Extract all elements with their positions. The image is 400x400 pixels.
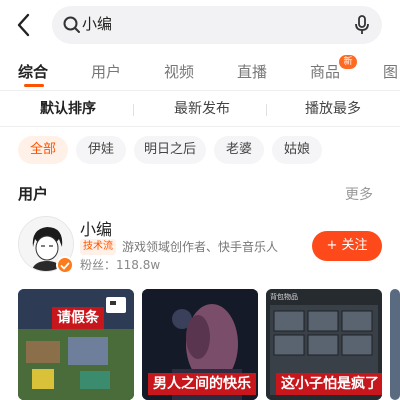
category-tabs: 综合 用户 视频 直播 商品 图: [0, 50, 400, 90]
video-card[interactable]: 背包物品 这小子怕是疯了: [266, 289, 382, 400]
back-arrow-icon[interactable]: [14, 12, 36, 38]
video-caption: 男人之间的快乐: [148, 373, 256, 395]
user-result[interactable]: 小编 技术流 游戏领域创作者、快手音乐人 粉丝：118.8w + 关注: [0, 214, 400, 278]
sort-most-played[interactable]: 播放最多: [305, 100, 361, 118]
tab-users[interactable]: 用户: [91, 62, 121, 82]
divider: [0, 126, 400, 127]
chip-lifeafter[interactable]: 明日之后: [134, 136, 206, 164]
divider: [0, 90, 400, 91]
section-title: 用户: [18, 185, 49, 203]
video-card[interactable]: 请假条: [18, 289, 134, 400]
inventory-header: 背包物品: [270, 293, 298, 301]
separator: [133, 104, 134, 116]
sort-bar: 默认排序 最新发布 播放最多: [0, 92, 400, 126]
user-description: 游戏领域创作者、快手音乐人: [122, 240, 279, 254]
video-grid: 请假条 男人之间的快乐 背包物品 这小子怕是疯了: [0, 289, 400, 400]
more-link[interactable]: 更多: [345, 184, 373, 204]
tab-videos[interactable]: 视频: [164, 62, 194, 82]
filter-chips: 全部 伊娃 明日之后 老婆 姑娘: [0, 136, 400, 164]
chip-girl[interactable]: 姑娘: [272, 136, 322, 164]
tab-live[interactable]: 直播: [237, 62, 267, 82]
top-bar: 小编: [0, 0, 400, 50]
chip-all[interactable]: 全部: [18, 136, 68, 164]
chip-wife[interactable]: 老婆: [214, 136, 264, 164]
chip-eva[interactable]: 伊娃: [76, 136, 126, 164]
user-name[interactable]: 小编: [80, 216, 112, 240]
follow-button[interactable]: + 关注: [312, 231, 382, 261]
verified-badge-icon: [56, 256, 74, 274]
tab-comprehensive[interactable]: 综合: [18, 62, 48, 82]
separator: [266, 104, 267, 116]
video-thumbnail: [18, 289, 134, 400]
sort-default[interactable]: 默认排序: [40, 100, 96, 118]
new-badge: 新: [339, 55, 357, 69]
video-card[interactable]: [390, 289, 400, 400]
fan-count: 粉丝：118.8w: [80, 258, 161, 272]
sort-latest[interactable]: 最新发布: [174, 100, 230, 118]
tab-products[interactable]: 商品: [310, 62, 340, 82]
video-caption: 这小子怕是疯了: [276, 373, 382, 395]
tab-images[interactable]: 图: [383, 62, 398, 82]
user-tag: 技术流: [80, 239, 116, 255]
video-card[interactable]: 男人之间的快乐: [142, 289, 258, 400]
search-query[interactable]: 小编: [82, 14, 112, 34]
video-caption: 请假条: [52, 307, 104, 329]
search-icon: [62, 15, 82, 35]
microphone-icon[interactable]: [352, 14, 372, 36]
active-tab-indicator: [24, 84, 44, 87]
search-box[interactable]: 小编: [52, 6, 382, 44]
